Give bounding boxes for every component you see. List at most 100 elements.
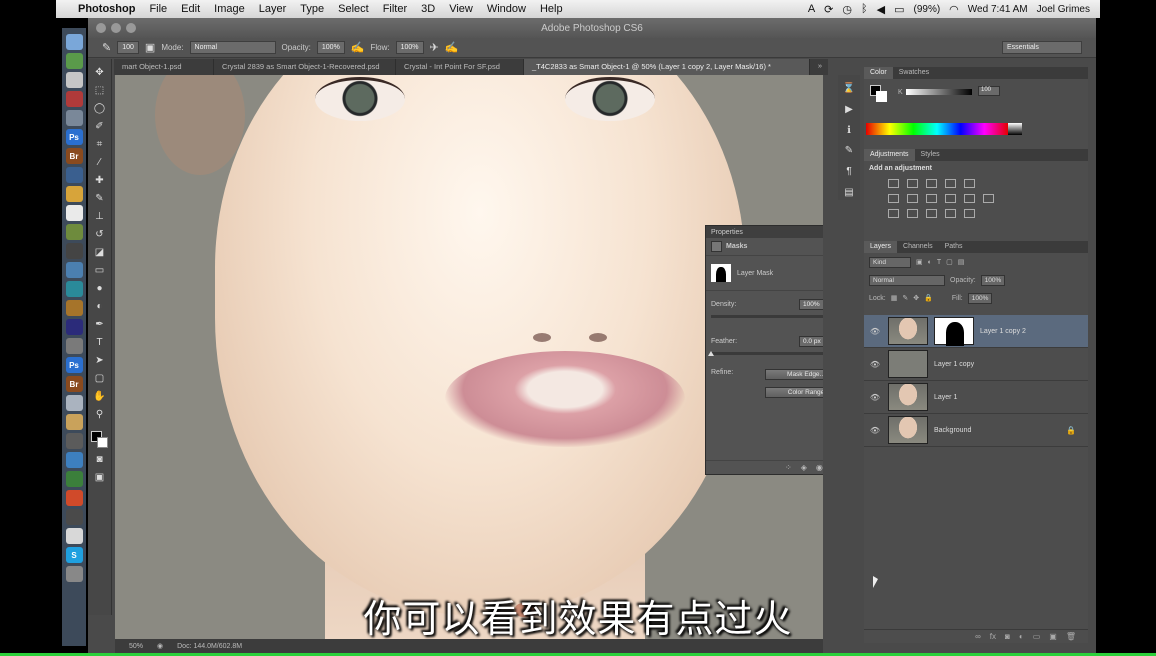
hue-saturation-icon[interactable] [888, 194, 899, 203]
brush-panel-icon[interactable]: ▣ [145, 41, 155, 54]
feather-slider-thumb[interactable] [708, 351, 714, 356]
skype-icon[interactable]: S [65, 547, 83, 563]
invert-icon[interactable] [888, 209, 899, 218]
curves-icon[interactable] [926, 179, 937, 188]
filter-smart-object-icon[interactable]: ▤ [958, 258, 965, 266]
app-icon[interactable] [65, 72, 83, 88]
time-machine-icon[interactable]: ◷ [842, 3, 852, 16]
crop-tool-icon[interactable]: ⌗ [92, 137, 108, 152]
lock-position-icon[interactable]: ✥ [913, 294, 919, 302]
quick-mask-icon[interactable]: ◙ [92, 452, 108, 467]
bluetooth-icon[interactable]: ᛒ [861, 3, 868, 15]
layer-mask-thumbnail[interactable] [934, 317, 974, 346]
k-channel-slider[interactable] [906, 89, 972, 95]
tabs-overflow-icon[interactable]: » [812, 59, 828, 75]
photoshop-icon[interactable]: Ps [65, 129, 83, 145]
layer-visibility-icon[interactable]: 👁 [868, 360, 882, 369]
mode-select[interactable]: Normal [189, 41, 276, 54]
sync-icon[interactable]: ⟳ [824, 3, 833, 16]
menu-edit[interactable]: Edit [181, 3, 200, 15]
battery-icon[interactable]: ▭ [894, 3, 904, 16]
menu-help[interactable]: Help [540, 3, 563, 15]
layer-visibility-icon[interactable]: 👁 [868, 393, 882, 402]
app-icon[interactable] [65, 414, 83, 430]
color-lookup-icon[interactable] [983, 194, 994, 203]
app-icon[interactable] [65, 509, 83, 525]
app-icon[interactable] [65, 319, 83, 335]
lock-all-icon[interactable]: 🔒 [924, 294, 933, 302]
path-selection-tool-icon[interactable]: ➤ [92, 353, 108, 368]
quick-selection-tool-icon[interactable]: ✐ [92, 119, 108, 134]
tab-styles[interactable]: Styles [915, 149, 946, 161]
history-brush-tool-icon[interactable]: ↺ [92, 227, 108, 242]
marquee-tool-icon[interactable]: ⬚ [92, 83, 108, 98]
filter-pixel-icon[interactable]: ▣ [916, 258, 923, 266]
app-icon[interactable] [65, 262, 83, 278]
window-titlebar[interactable]: Adobe Photoshop CS6 [88, 18, 1096, 38]
filter-type-icon[interactable]: T [937, 259, 941, 266]
history-panel-icon[interactable]: ⌛ [841, 81, 857, 96]
character-panel-icon[interactable]: ¶ [841, 164, 857, 179]
wifi-icon[interactable]: ◠ [949, 3, 959, 16]
background-color[interactable] [96, 437, 108, 448]
airbrush-icon[interactable]: ✈ [430, 41, 439, 54]
app-icon[interactable] [65, 528, 83, 544]
black-white-icon[interactable] [926, 194, 937, 203]
color-swatches[interactable] [90, 431, 109, 449]
tab-swatches[interactable]: Swatches [893, 67, 935, 79]
layer-row[interactable]: 👁 Layer 1 [864, 381, 1088, 414]
shape-tool-icon[interactable]: ▢ [92, 371, 108, 386]
app-icon[interactable] [65, 490, 83, 506]
volume-icon[interactable]: ◀ [877, 3, 885, 16]
app-icon[interactable] [65, 452, 83, 468]
close-window-icon[interactable] [96, 23, 106, 33]
selective-color-icon[interactable] [964, 209, 975, 218]
menu-3d[interactable]: 3D [421, 3, 435, 15]
levels-icon[interactable] [907, 179, 918, 188]
document-size[interactable]: Doc: 144.0M/602.8M [177, 643, 242, 650]
pressure-size-icon[interactable]: ✍ [445, 41, 459, 54]
clone-stamp-tool-icon[interactable]: ⊥ [92, 209, 108, 224]
healing-brush-tool-icon[interactable]: ✚ [92, 173, 108, 188]
type-tool-icon[interactable]: T [92, 335, 108, 350]
clock[interactable]: Wed 7:41 AM [968, 4, 1028, 15]
actions-panel-icon[interactable]: ▶ [841, 102, 857, 117]
menu-type[interactable]: Type [300, 3, 324, 15]
photoshop-icon[interactable]: Ps [65, 357, 83, 373]
gradient-map-icon[interactable] [945, 209, 956, 218]
color-spectrum-ramp[interactable] [866, 123, 1022, 135]
finder-icon[interactable] [65, 34, 83, 50]
tab-adjustments[interactable]: Adjustments [864, 149, 915, 161]
app-icon[interactable] [65, 224, 83, 240]
brush-tool-icon[interactable]: ✎ [92, 191, 108, 206]
layer-name[interactable]: Background [934, 427, 971, 434]
app-icon[interactable] [65, 110, 83, 126]
vibrance-icon[interactable] [964, 179, 975, 188]
menu-select[interactable]: Select [338, 3, 369, 15]
adobe-icon[interactable]: A [808, 3, 815, 15]
lasso-tool-icon[interactable]: ◯ [92, 101, 108, 116]
layer-row[interactable]: 👁 Layer 1 copy [864, 348, 1088, 381]
app-icon[interactable] [65, 395, 83, 411]
app-menu[interactable]: Photoshop [78, 3, 135, 15]
gradient-tool-icon[interactable]: ▭ [92, 263, 108, 278]
document-tab[interactable]: Crystal - Int Point For SF.psd [396, 59, 524, 75]
info-panel-icon[interactable]: ℹ [841, 123, 857, 138]
feather-field[interactable]: 0.0 px [799, 336, 823, 347]
fill-field[interactable]: 100% [967, 292, 993, 304]
app-icon[interactable] [65, 186, 83, 202]
color-panel-swatches[interactable] [870, 85, 888, 103]
menu-layer[interactable]: Layer [259, 3, 287, 15]
properties-panel-icon[interactable]: ▤ [841, 185, 857, 200]
filter-shape-icon[interactable]: ▢ [946, 258, 953, 266]
color-range-button[interactable]: Color Range [765, 387, 823, 398]
app-icon[interactable] [65, 91, 83, 107]
lock-transparent-icon[interactable]: ▦ [891, 294, 898, 302]
flow-field[interactable]: 100% [395, 41, 424, 54]
eraser-tool-icon[interactable]: ◪ [92, 245, 108, 260]
layer-opacity-field[interactable]: 100% [980, 274, 1006, 286]
channel-mixer-icon[interactable] [964, 194, 975, 203]
apply-mask-icon[interactable]: ◈ [801, 463, 807, 472]
posterize-icon[interactable] [907, 209, 918, 218]
threshold-icon[interactable] [926, 209, 937, 218]
